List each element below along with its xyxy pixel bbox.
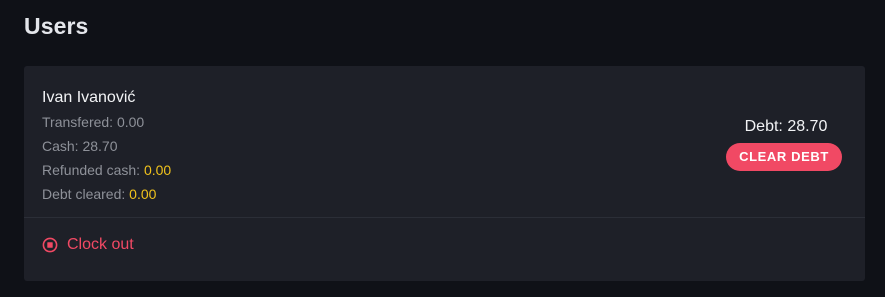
user-info: Ivan Ivanović Transfered: 0.00 Cash: 28.…	[42, 88, 171, 206]
user-card-footer: Clock out	[24, 218, 865, 280]
debt-amount: Debt: 28.70	[744, 118, 828, 135]
cash-stat: Cash: 28.70	[42, 134, 171, 158]
user-card-body: Ivan Ivanović Transfered: 0.00 Cash: 28.…	[24, 66, 865, 218]
stop-circle-icon	[42, 237, 58, 253]
clock-out-button[interactable]: Clock out	[42, 234, 134, 256]
transfered-value: 0.00	[116, 114, 145, 130]
page-title: Users	[24, 13, 89, 39]
debt-area: Debt: 28.70 CLEAR DEBT	[706, 116, 846, 171]
cash-label: Cash:	[42, 138, 83, 154]
debt-cleared-stat: Debt cleared: 0.00	[42, 182, 171, 206]
debt-cleared-value: 0.00	[129, 186, 157, 202]
cash-value: 28.70	[82, 138, 118, 154]
users-page: Users Ivan Ivanović Transfered: 0.00 Cas…	[0, 0, 885, 297]
clock-out-label: Clock out	[67, 236, 134, 253]
user-card: Ivan Ivanović Transfered: 0.00 Cash: 28.…	[24, 66, 865, 281]
debt-cleared-label: Debt cleared:	[42, 186, 130, 202]
user-name: Ivan Ivanović	[42, 89, 136, 106]
clear-debt-button[interactable]: CLEAR DEBT	[726, 143, 842, 171]
transfered-label: Transfered:	[42, 114, 117, 130]
refunded-cash-value: 0.00	[143, 162, 172, 178]
refunded-cash-stat: Refunded cash: 0.00	[42, 158, 171, 182]
transfered-stat: Transfered: 0.00	[42, 110, 171, 134]
refunded-cash-label: Refunded cash:	[42, 162, 144, 178]
